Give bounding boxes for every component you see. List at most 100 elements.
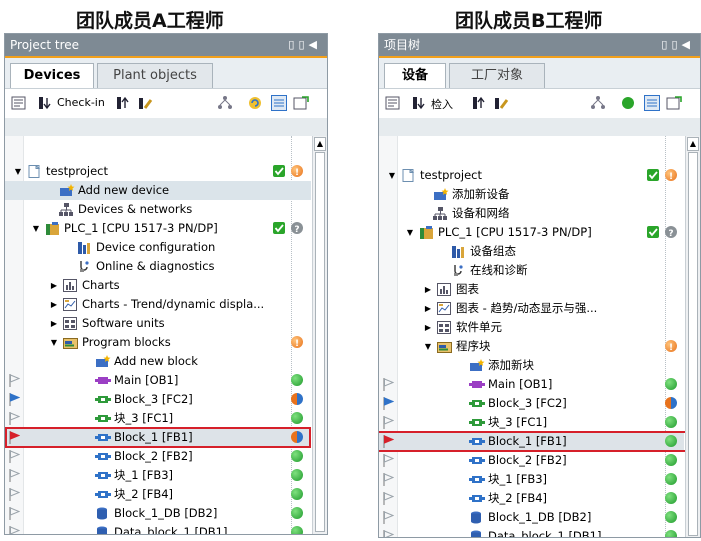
tree-row[interactable]: Add new block: [5, 352, 311, 371]
tree-row[interactable]: ▼ PLC_1 [CPU 1517-3 PN/DP]?: [379, 223, 684, 242]
tree-row[interactable]: ▼ 程序块!: [379, 337, 684, 356]
checkin-label[interactable]: Check-in: [57, 96, 105, 109]
edit-icon[interactable]: [137, 95, 153, 111]
tree-row[interactable]: 块_2 [FB4]: [5, 485, 311, 504]
blue-flag-icon[interactable]: [9, 393, 21, 406]
flag-icon[interactable]: [383, 378, 395, 391]
flag-icon[interactable]: [9, 526, 21, 534]
export-icon[interactable]: [666, 95, 682, 111]
tree-row[interactable]: 块_1 [FB3]: [5, 466, 311, 485]
tree-row[interactable]: Block_2 [FB2]: [5, 447, 311, 466]
flag-icon[interactable]: [9, 412, 21, 425]
tree-row[interactable]: Block_2 [FB2]: [379, 451, 684, 470]
scroll-up-icon[interactable]: ▲: [314, 137, 326, 151]
tree-row[interactable]: Block_3 [FC2]: [379, 394, 684, 413]
tree-row[interactable]: ▶ 图表 - 趋势/动态显示与强...: [379, 299, 684, 318]
tree-row[interactable]: 设备组态: [379, 242, 684, 261]
flag-icon[interactable]: [383, 530, 395, 537]
tree-row-label: Device configuration: [96, 240, 216, 254]
detail-view-icon[interactable]: [271, 95, 287, 111]
checkout-icon[interactable]: [471, 95, 487, 111]
edit-icon[interactable]: [493, 95, 509, 111]
tree-row[interactable]: Main [OB1]: [5, 371, 311, 390]
tree-row[interactable]: ▶ 软件单元: [379, 318, 684, 337]
collapsed-arrow-icon[interactable]: ▶: [423, 299, 433, 318]
detail-view-icon[interactable]: [644, 95, 660, 111]
checkout-icon[interactable]: [115, 95, 131, 111]
export-icon[interactable]: [293, 95, 309, 111]
scroll-thumb[interactable]: [315, 152, 325, 532]
tree-row[interactable]: Data_block_1 [DB1]: [5, 523, 311, 534]
expanded-arrow-icon[interactable]: ▼: [13, 162, 23, 181]
expanded-arrow-icon[interactable]: ▼: [387, 166, 397, 185]
flag-icon[interactable]: [9, 469, 21, 482]
tree-row[interactable]: ▼ PLC_1 [CPU 1517-3 PN/DP]?: [5, 219, 311, 238]
tree-row[interactable]: Block_1_DB [DB2]: [5, 504, 311, 523]
flag-icon[interactable]: [383, 416, 395, 429]
tree-row[interactable]: ▼ testproject!: [379, 166, 684, 185]
flag-icon[interactable]: [383, 473, 395, 486]
tab-devices[interactable]: 设备: [384, 63, 446, 88]
flag-icon[interactable]: [9, 450, 21, 463]
tab-plant-objects[interactable]: Plant objects: [97, 63, 213, 88]
refresh-status-icon[interactable]: [620, 95, 636, 111]
checkin-icon[interactable]: [37, 95, 53, 111]
checkin-label[interactable]: 检入: [431, 96, 453, 112]
tab-plant-objects[interactable]: 工厂对象: [449, 63, 545, 88]
tree-row[interactable]: ▶ 图表: [379, 280, 684, 299]
collapsed-arrow-icon[interactable]: ▶: [49, 295, 59, 314]
tree-row[interactable]: Add new device: [5, 181, 311, 200]
collapsed-arrow-icon[interactable]: ▶: [49, 314, 59, 333]
flag-icon[interactable]: [383, 492, 395, 505]
flag-icon[interactable]: [383, 511, 395, 524]
checkin-icon[interactable]: [411, 95, 427, 111]
tree-row[interactable]: ▼ testproject!: [5, 162, 311, 181]
flag-icon[interactable]: [9, 374, 21, 387]
project-view-icon[interactable]: [385, 95, 401, 111]
collapsed-arrow-icon[interactable]: ▶: [423, 280, 433, 299]
tree-row[interactable]: 块_3 [FC1]: [5, 409, 311, 428]
flag-icon[interactable]: [9, 488, 21, 501]
tree-row[interactable]: ▶ Charts - Trend/dynamic displa...: [5, 295, 311, 314]
expanded-arrow-icon[interactable]: ▼: [423, 337, 433, 356]
expanded-arrow-icon[interactable]: ▼: [49, 333, 59, 352]
project-view-icon[interactable]: [11, 95, 27, 111]
tree-row[interactable]: 添加新设备: [379, 185, 684, 204]
tree-row[interactable]: 块_1 [FB3]: [379, 470, 684, 489]
tree-row[interactable]: 在线和诊断: [379, 261, 684, 280]
collapsed-arrow-icon[interactable]: ▶: [49, 276, 59, 295]
tree-row-label: Software units: [82, 316, 165, 330]
tree-row[interactable]: 添加新块: [379, 356, 684, 375]
tree-row[interactable]: Data_block_1 [DB1]: [379, 527, 684, 537]
expanded-arrow-icon[interactable]: ▼: [405, 223, 415, 242]
hierarchy-icon[interactable]: [590, 95, 606, 111]
tree-row[interactable]: Block_3 [FC2]: [5, 390, 311, 409]
hierarchy-icon[interactable]: [217, 95, 233, 111]
tree-scrollbar[interactable]: ▲: [685, 136, 700, 537]
tree-row[interactable]: Devices & networks: [5, 200, 311, 219]
collapse-panel-icon[interactable]: ◀: [682, 38, 694, 51]
tree-scrollbar[interactable]: ▲: [312, 136, 327, 534]
tree-row[interactable]: ▶ Software units: [5, 314, 311, 333]
blue-flag-icon[interactable]: [383, 397, 395, 410]
collapse-panel-icon[interactable]: ◀: [309, 38, 321, 51]
collapsed-arrow-icon[interactable]: ▶: [423, 318, 433, 337]
tree-row[interactable]: 块_3 [FC1]: [379, 413, 684, 432]
tree-row[interactable]: ▶ Charts: [5, 276, 311, 295]
flag-icon[interactable]: [9, 507, 21, 520]
tab-devices[interactable]: Devices: [10, 63, 94, 88]
scroll-up-icon[interactable]: ▲: [687, 137, 699, 151]
refresh-status-icon[interactable]: [247, 95, 263, 111]
tree-row[interactable]: 块_2 [FB4]: [379, 489, 684, 508]
tree-row[interactable]: Device configuration: [5, 238, 311, 257]
tree-row[interactable]: Block_1_DB [DB2]: [379, 508, 684, 527]
tree-row[interactable]: 设备和网络: [379, 204, 684, 223]
flag-icon[interactable]: [383, 454, 395, 467]
tree-row[interactable]: ▼ Program blocks!: [5, 333, 311, 352]
tree-row[interactable]: Online & diagnostics: [5, 257, 311, 276]
tree-row[interactable]: Main [OB1]: [379, 375, 684, 394]
scroll-thumb[interactable]: [688, 152, 698, 536]
split-view-icon[interactable]: ▯▯: [288, 38, 308, 51]
expanded-arrow-icon[interactable]: ▼: [31, 219, 41, 238]
split-view-icon[interactable]: ▯▯: [661, 38, 681, 51]
